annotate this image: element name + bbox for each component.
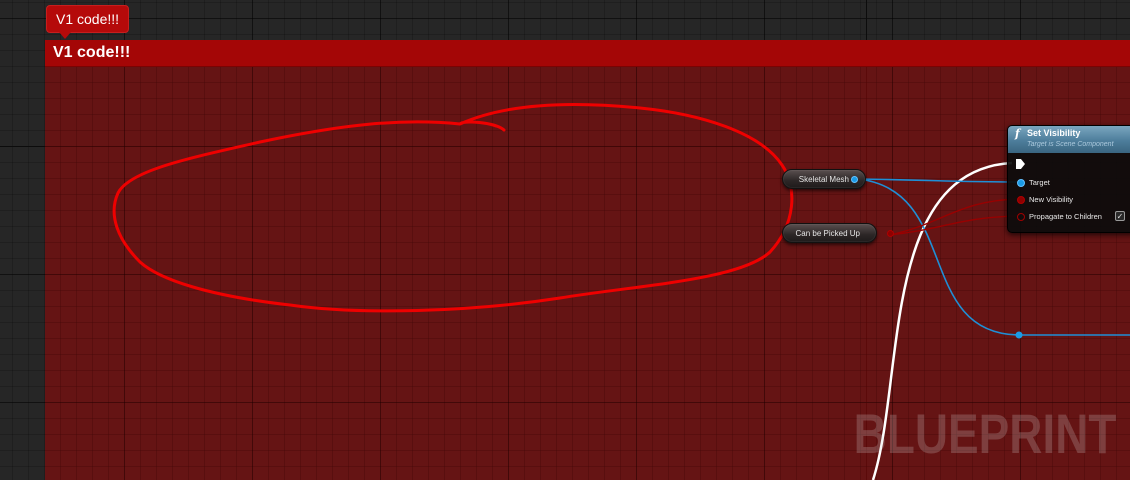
target-input-pin[interactable] [1017,179,1025,187]
propagate-pin-row: Propagate to Children ✓ [1008,210,1130,224]
blueprint-graph-canvas[interactable]: V1 code!!! V1 code!!! Skeletal Mesh Can … [0,0,1130,480]
freehand-circle-annotation [112,103,794,313]
set-visibility-header[interactable]: f Set Visibility Target is Scene Compone… [1008,126,1130,153]
set-visibility-subtitle: Target is Scene Component [1027,141,1114,148]
can-be-picked-up-getter-node[interactable]: Can be Picked Up [782,223,894,243]
target-pin-row: Target [1008,176,1130,190]
propagate-wire [888,215,1019,236]
propagate-checkbox[interactable]: ✓ [1115,211,1125,221]
skeletal-mesh-getter-node[interactable]: Skeletal Mesh [782,169,866,189]
new-visibility-input-pin[interactable] [1017,196,1025,204]
exec-input-row [1008,157,1130,171]
exec-input-pin-icon[interactable] [1016,159,1025,169]
set-visibility-title: Set Visibility [1027,128,1081,138]
reroute-knot [1015,331,1023,339]
target-wire [857,178,1019,183]
skeletal-mesh-output-pin[interactable] [851,176,858,183]
target-pin-label: Target [1029,178,1050,187]
function-icon: f [1015,127,1020,140]
blueprint-watermark: BLUEPRINT [853,402,1116,465]
can-be-picked-up-label: Can be Picked Up [795,228,860,238]
new-visibility-pin-row: New Visibility [1008,193,1130,207]
propagate-input-pin[interactable] [1017,213,1025,221]
set-visibility-node[interactable]: f Set Visibility Target is Scene Compone… [1007,125,1130,233]
new-visibility-pin-label: New Visibility [1029,195,1074,204]
skeletal-mesh-label: Skeletal Mesh [798,174,849,184]
can-be-picked-up-output-pin[interactable] [887,230,894,237]
propagate-pin-label: Propagate to Children [1029,212,1102,221]
